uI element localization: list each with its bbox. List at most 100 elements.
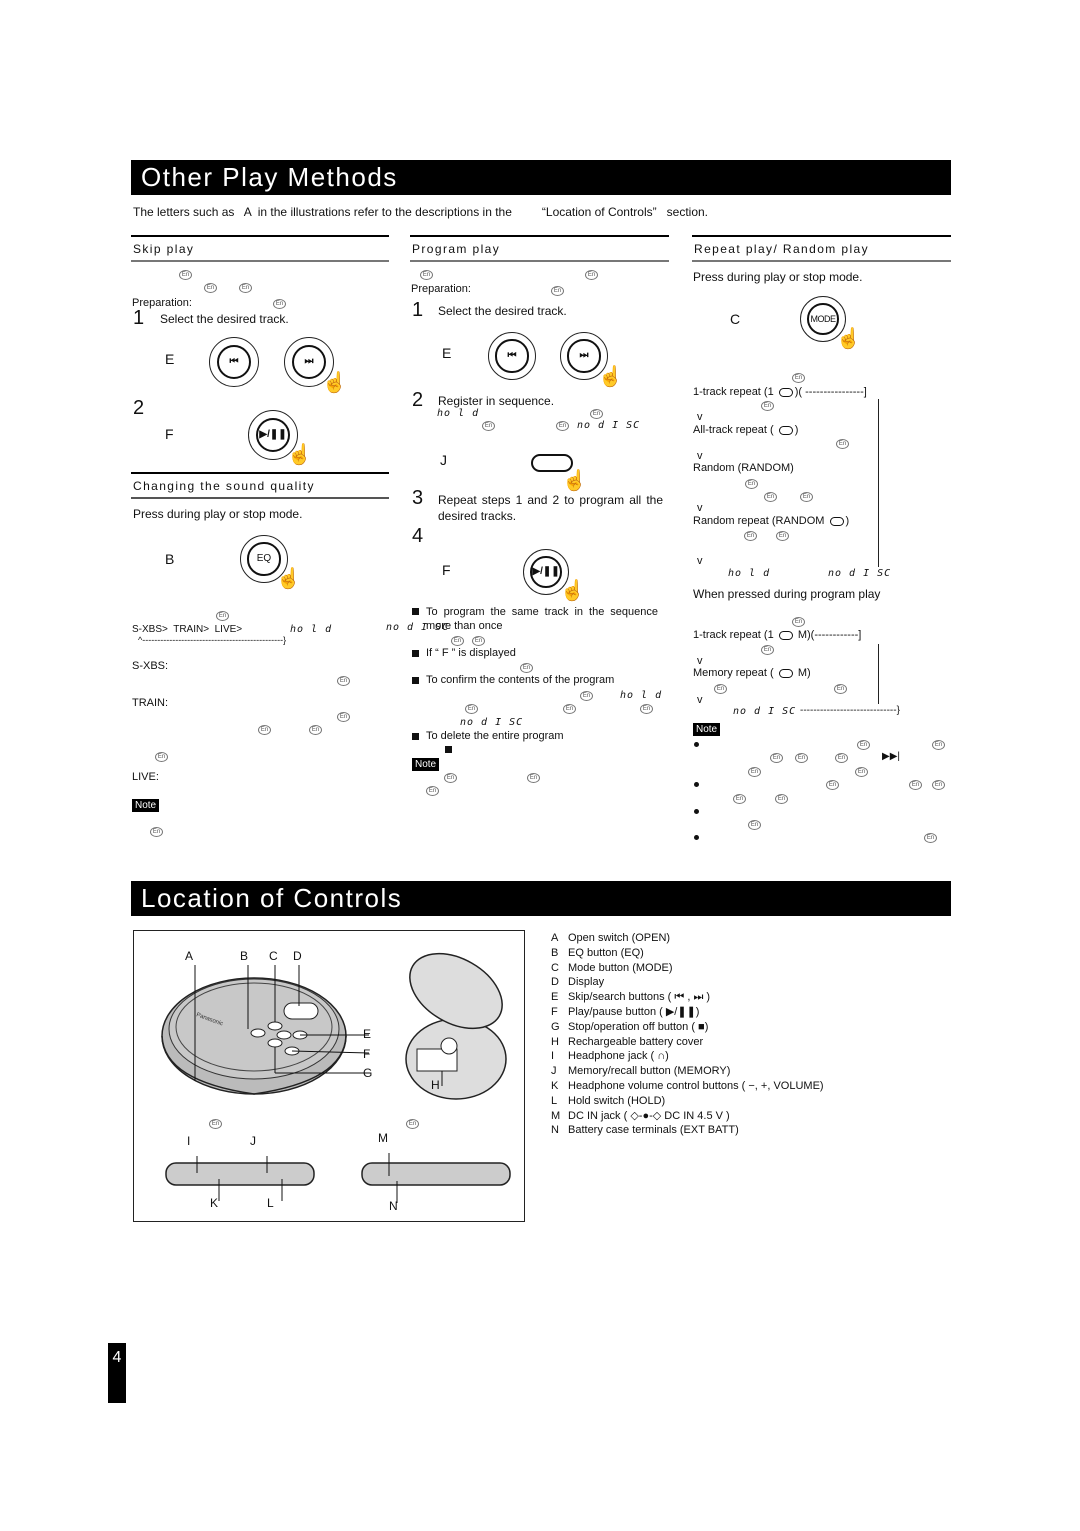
en-badge: En	[909, 780, 922, 790]
hand-pointer-icon: ☝	[276, 568, 301, 590]
memory-m: M)	[797, 667, 811, 679]
en-badge: En	[776, 531, 789, 541]
control-key: I	[551, 1050, 555, 1063]
en-badge: En	[745, 479, 758, 489]
en-badge: En	[472, 636, 485, 646]
bullet-square	[412, 733, 419, 740]
term-sxbs: S-XBS:	[132, 660, 169, 672]
mode-1-track-repeat-m: 1-track repeat (1 M)(------------]	[693, 629, 862, 641]
bullet-dot	[694, 809, 699, 814]
en-badge: En	[258, 725, 271, 735]
en-badge: En	[800, 492, 813, 502]
control-item: G Stop/operation off button ( ■)	[551, 1020, 824, 1035]
en-badge: En	[239, 283, 252, 293]
diagram-label-i: I	[187, 1134, 191, 1148]
control-item: I Headphone jack ( ∩)	[551, 1049, 824, 1064]
repeat-icon	[778, 425, 793, 435]
arrow-down: v	[697, 502, 703, 514]
page-number: 4	[108, 1343, 126, 1403]
term-train: TRAIN:	[132, 697, 169, 709]
en-badge: En	[585, 270, 598, 280]
player-illustration: Panasonic	[161, 952, 511, 1203]
control-item: C Mode button (MODE)	[551, 961, 824, 976]
control-key: L	[551, 1094, 558, 1107]
step-text: Select the desired track.	[160, 312, 289, 326]
en-badge: En	[764, 492, 777, 502]
sound-instruction: Press during play or stop mode.	[133, 507, 303, 521]
control-item: E Skip/search buttons ( ⏮ , ⏭ )	[551, 990, 824, 1005]
en-badge: En	[451, 636, 464, 646]
diagram-label-d: D	[293, 949, 302, 963]
arrow-down: v	[697, 450, 703, 462]
control-label: Hold switch (HOLD)	[568, 1094, 666, 1107]
en-badge: En	[761, 401, 774, 411]
step-text: Select the desired track.	[438, 304, 567, 318]
repeat-icon	[778, 630, 793, 640]
control-item: B EQ button (EQ)	[551, 946, 824, 961]
mode-all-track-repeat: All-track repeat ( )	[693, 424, 799, 436]
control-letter: E	[165, 351, 175, 367]
arrow-down: v	[697, 555, 703, 567]
eq-cycle-return: ^---------------------------------------…	[138, 635, 287, 645]
diagram-label-l: L	[267, 1196, 274, 1210]
section-title-other-play-methods: Other Play Methods	[131, 160, 951, 195]
en-badge: En	[520, 663, 533, 673]
skip-prev-button[interactable]: ⏮	[209, 337, 259, 387]
control-item: N Battery case terminals (EXT BATT)	[551, 1123, 824, 1138]
controls-list: A Open switch (OPEN) B EQ button (EQ) C Mod…	[551, 931, 824, 1138]
lcd-no-disc: no d I SC	[828, 568, 892, 579]
hand-pointer-icon: ☝	[287, 444, 312, 466]
mode-1-track-repeat: 1-track repeat (1 )( ----------------]	[693, 386, 867, 398]
note-label: Note	[412, 758, 440, 771]
en-badge: En	[444, 773, 457, 783]
step-text: Register in sequence.	[438, 394, 555, 408]
en-badge: En	[836, 439, 849, 449]
mode-label: 1-track repeat (1	[693, 629, 774, 641]
control-item: A Open switch (OPEN)	[551, 931, 824, 946]
control-key: J	[551, 1065, 557, 1078]
en-badge: En	[204, 283, 217, 293]
step-number: 3	[412, 487, 424, 509]
control-item: H Rechargeable battery cover	[551, 1035, 824, 1050]
control-label: Stop/operation off button ( ■)	[568, 1020, 709, 1033]
en-badge: En	[420, 270, 433, 280]
diagram-label-g: G	[363, 1066, 373, 1080]
hand-pointer-icon: ☝	[562, 470, 587, 492]
control-label: DC IN jack ( ◇-●-◇ DC IN 4.5 V )	[568, 1109, 730, 1122]
en-badge: En	[834, 684, 847, 694]
bullet-dot	[694, 782, 699, 787]
cycle-line	[878, 399, 879, 567]
en-badge: En	[748, 820, 761, 830]
lcd-no-disc: no d I SC	[386, 622, 450, 633]
intro-text: The letters such as A in the illustratio…	[133, 205, 708, 219]
control-letter: J	[440, 452, 447, 468]
en-badge: En	[795, 753, 808, 763]
en-badge: En	[179, 270, 192, 280]
en-badge: En	[482, 421, 495, 431]
step-text: Repeat steps 1 and 2 to program all the …	[438, 493, 663, 523]
section-title-location-of-controls: Location of Controls	[131, 881, 951, 916]
control-label: EQ button (EQ)	[568, 946, 644, 959]
control-letter: F	[442, 562, 451, 578]
mode-memory-repeat: Memory repeat ( M)	[693, 667, 811, 679]
bullet-square	[412, 608, 419, 615]
control-letter: E	[442, 345, 452, 361]
en-badge: En	[792, 617, 805, 627]
control-label: Open switch (OPEN)	[568, 932, 671, 944]
cd-player-top-view: Panasonic	[161, 977, 347, 1095]
control-key: K	[551, 1079, 559, 1092]
play-pause-icon: ▶/❚❚	[530, 556, 562, 588]
control-item: D Display	[551, 975, 824, 990]
en-badge: En	[580, 691, 593, 701]
skip-prev-button[interactable]: ⏮	[488, 332, 536, 380]
en-badge: En	[563, 704, 576, 714]
control-label: Rechargeable battery cover	[568, 1035, 704, 1048]
en-badge: En	[426, 786, 439, 796]
repeat-random-heading: Repeat play/ Random play	[692, 235, 951, 262]
program-play-heading: Program play	[410, 235, 669, 262]
lcd-no-disc: no d I SC	[460, 717, 524, 728]
repeat-icon	[778, 668, 793, 678]
control-key: H	[551, 1035, 559, 1048]
control-key: M	[551, 1109, 561, 1122]
eq-cycle: S-XBS> TRAIN> LIVE>	[132, 624, 243, 635]
